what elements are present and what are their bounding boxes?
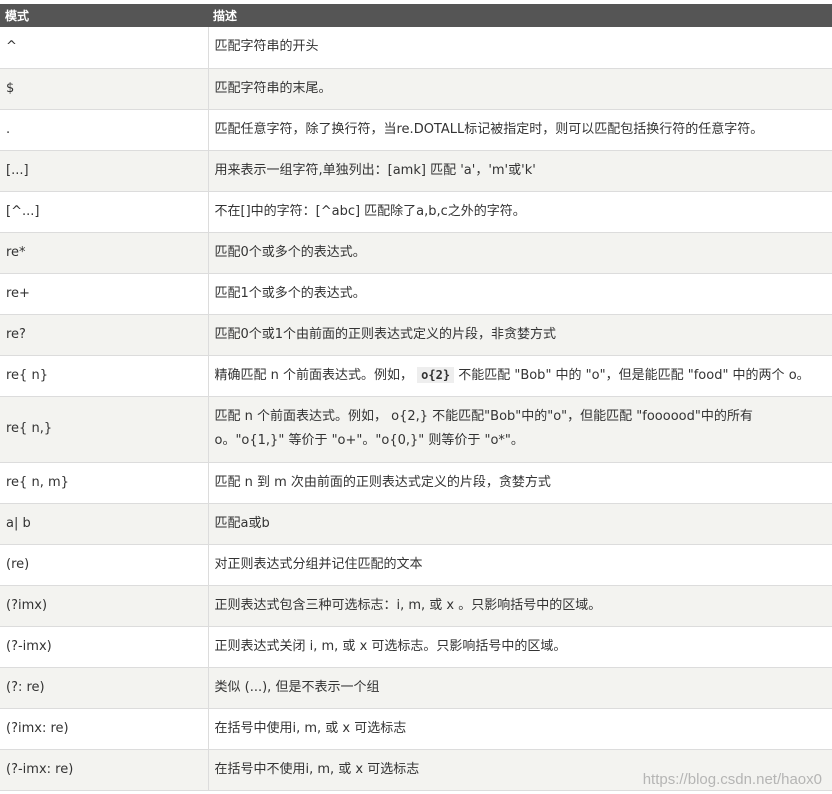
description-cell: 匹配1个或多个的表达式。	[214, 285, 366, 301]
pattern-cell: re+	[0, 273, 209, 314]
description-text: 不能匹配 "Bob" 中的 "o"，但是能匹配 "food" 中的两个 o。	[458, 368, 810, 383]
pattern-cell: ^	[0, 27, 209, 68]
pattern-cell: a| b	[0, 503, 209, 544]
table-row: (re) 对正则表达式分组并记住匹配的文本	[0, 544, 832, 585]
pattern-cell: [...]	[0, 150, 209, 191]
description-cell: 正则表达式包含三种可选标志：i, m, 或 x 。只影响括号中的区域。	[214, 597, 602, 613]
pattern-cell: re?	[0, 314, 209, 355]
pattern-cell: (?imx: re)	[0, 708, 209, 749]
header-description: 描述	[213, 9, 238, 23]
description-cell: 匹配字符串的末尾。	[214, 80, 332, 96]
description-cell: 匹配 n 到 m 次由前面的正则表达式定义的片段，贪婪方式	[214, 474, 551, 490]
table-row: re{ n} 精确匹配 n 个前面表达式。例如， o{2} 不能匹配 "Bob"…	[0, 355, 832, 396]
pattern-cell: re{ n, m}	[0, 462, 209, 503]
table-row: [^...] 不在[]中的字符：[^abc] 匹配除了a,b,c之外的字符。	[0, 191, 832, 232]
header-pattern: 模式	[5, 9, 30, 23]
pattern-cell: (?-imx: re)	[0, 749, 209, 790]
description-cell: 匹配任意字符，除了换行符，当re.DOTALL标记被指定时，则可以匹配包括换行符…	[214, 121, 764, 137]
inline-code: o{2}	[417, 367, 455, 383]
table-row: a| b 匹配a或b	[0, 503, 832, 544]
pattern-cell: (re)	[0, 544, 209, 585]
description-cell: 不在[]中的字符：[^abc] 匹配除了a,b,c之外的字符。	[214, 203, 526, 219]
table-row: (?: re) 类似 (...), 但是不表示一个组	[0, 667, 832, 708]
description-cell: 匹配0个或多个的表达式。	[214, 244, 366, 260]
table-row: re{ n, m} 匹配 n 到 m 次由前面的正则表达式定义的片段，贪婪方式	[0, 462, 832, 503]
pattern-cell: [^...]	[0, 191, 209, 232]
description-cell: 精确匹配 n 个前面表达式。例如， o{2} 不能匹配 "Bob" 中的 "o"…	[208, 355, 832, 396]
table-header-row: 模式 描述	[0, 4, 832, 27]
table-row: [...] 用来表示一组字符,单独列出：[amk] 匹配 'a'，'m'或'k'	[0, 150, 832, 191]
regex-table: 模式 描述 ^ 匹配字符串的开头 $ 匹配字符串的末尾。 . 匹配任意字符，除了…	[0, 4, 832, 791]
description-cell: 正则表达式关闭 i, m, 或 x 可选标志。只影响括号中的区域。	[214, 638, 567, 654]
description-cell: 对正则表达式分组并记住匹配的文本	[214, 556, 423, 572]
pattern-cell: $	[0, 68, 209, 109]
table-row: (?imx) 正则表达式包含三种可选标志：i, m, 或 x 。只影响括号中的区…	[0, 585, 832, 626]
description-cell: 类似 (...), 但是不表示一个组	[214, 679, 380, 695]
table-row: re* 匹配0个或多个的表达式。	[0, 232, 832, 273]
description-cell: 匹配a或b	[214, 515, 270, 531]
description-cell: 在括号中使用i, m, 或 x 可选标志	[214, 720, 407, 736]
table-row: . 匹配任意字符，除了换行符，当re.DOTALL标记被指定时，则可以匹配包括换…	[0, 109, 832, 150]
watermark: https://blog.csdn.net/haox0	[642, 771, 822, 788]
page: 模式 描述 ^ 匹配字符串的开头 $ 匹配字符串的末尾。 . 匹配任意字符，除了…	[0, 0, 832, 794]
table-row: ^ 匹配字符串的开头	[0, 27, 832, 68]
pattern-cell: .	[0, 109, 209, 150]
table-row: (?imx: re) 在括号中使用i, m, 或 x 可选标志	[0, 708, 832, 749]
pattern-cell: re{ n,}	[0, 396, 209, 462]
description-cell: 匹配 n 个前面表达式。例如， o{2,} 不能匹配"Bob"中的"o"，但能匹…	[214, 409, 753, 448]
pattern-cell: (?imx)	[0, 585, 209, 626]
description-cell: 匹配字符串的开头	[214, 39, 319, 55]
table-row: $ 匹配字符串的末尾。	[0, 68, 832, 109]
description-cell: 用来表示一组字符,单独列出：[amk] 匹配 'a'，'m'或'k'	[214, 162, 536, 178]
pattern-cell: re*	[0, 232, 209, 273]
description-text: 精确匹配 n 个前面表达式。例如，	[214, 368, 414, 383]
table-row: re+ 匹配1个或多个的表达式。	[0, 273, 832, 314]
description-cell: 匹配0个或1个由前面的正则表达式定义的片段，非贪婪方式	[214, 326, 557, 342]
pattern-cell: (?: re)	[0, 667, 209, 708]
table-row: re? 匹配0个或1个由前面的正则表达式定义的片段，非贪婪方式	[0, 314, 832, 355]
table-row: (?-imx) 正则表达式关闭 i, m, 或 x 可选标志。只影响括号中的区域…	[0, 626, 832, 667]
pattern-cell: re{ n}	[0, 355, 209, 396]
table-row: re{ n,} 匹配 n 个前面表达式。例如， o{2,} 不能匹配"Bob"中…	[0, 396, 832, 462]
pattern-cell: (?-imx)	[0, 626, 209, 667]
